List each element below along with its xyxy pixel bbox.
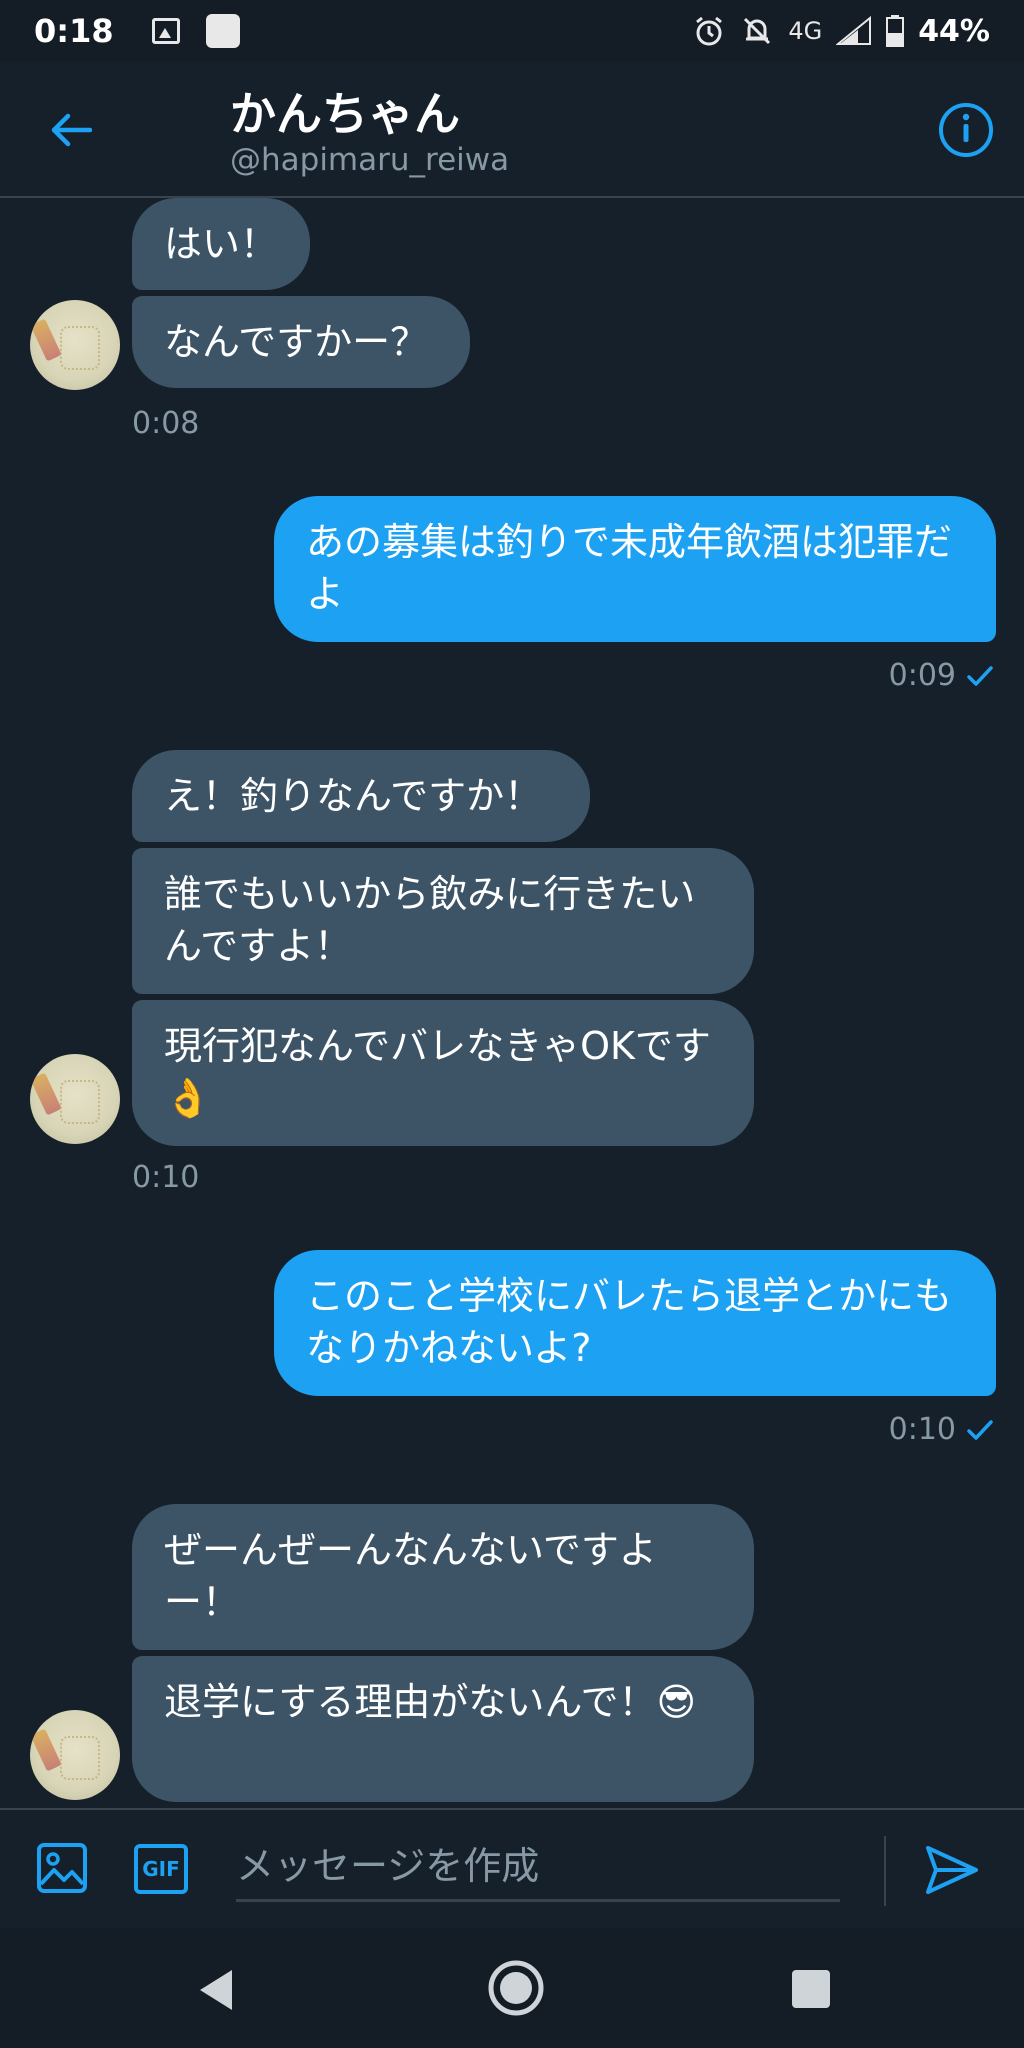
incoming-message[interactable]: ぜーんぜーんなんないですよー！ [132, 1504, 754, 1650]
incoming-message[interactable]: 現行犯なんでバレなきゃOKです👌 [132, 1000, 754, 1146]
conversation-header: かんちゃん @hapimaru_reiwa [0, 62, 1024, 198]
message-timestamp: 0:10 [132, 1160, 200, 1195]
contact-avatar[interactable] [30, 1054, 120, 1144]
incoming-message[interactable]: 誰でもいいから飲みに行きたいんですよ！ [132, 848, 754, 994]
add-image-button[interactable] [36, 1842, 88, 1894]
battery-icon [886, 15, 905, 47]
info-icon [939, 103, 993, 157]
message-timestamp: 0:10 [888, 1412, 956, 1447]
status-right-group: 4G 44% [692, 14, 990, 49]
incoming-message[interactable]: なんですかー？ [132, 296, 470, 388]
outgoing-message[interactable]: あの募集は釣りで未成年飲酒は犯罪だよ [274, 496, 996, 642]
send-button[interactable] [922, 1840, 982, 1900]
nav-recents-icon[interactable] [792, 1970, 830, 2008]
battery-percentage: 44% [918, 13, 990, 49]
message-timestamp-row: 0:09 [889, 658, 994, 693]
status-bar: 0:18 4G 44% [0, 0, 1024, 62]
arrow-left-icon [51, 113, 92, 147]
notifications-off-icon [740, 14, 774, 48]
message-timestamp-row: 0:10 [889, 1412, 994, 1447]
status-time: 0:18 [34, 12, 114, 50]
gallery-notification-icon [151, 18, 180, 44]
add-gif-button[interactable]: GIF [134, 1844, 188, 1894]
conversation-handle[interactable]: @hapimaru_reiwa [230, 142, 509, 178]
composer-divider [884, 1836, 886, 1906]
message-timestamp: 0:08 [132, 406, 200, 441]
conversation-info-button[interactable] [936, 100, 996, 160]
incoming-message[interactable]: 退学にする理由がないんで！😎 [132, 1656, 754, 1802]
sent-check-icon [967, 1419, 993, 1440]
alarm-icon [692, 14, 726, 48]
contact-avatar[interactable] [30, 300, 120, 390]
outgoing-message[interactable]: このこと学校にバレたら退学とかにもなりかねないよ? [274, 1250, 996, 1396]
app-notification-icon [205, 14, 240, 48]
sent-check-icon [967, 665, 993, 686]
message-timestamp: 0:09 [888, 658, 956, 693]
nav-home-icon[interactable] [486, 1958, 546, 2018]
contact-avatar[interactable] [30, 1710, 120, 1800]
network-type: 4G [788, 17, 823, 45]
system-navigation-bar [0, 1928, 1024, 2048]
dm-conversation-screen: 0:18 4G 44% かんちゃん @hapimaru_reiwa はい！ なん… [0, 0, 1024, 2048]
signal-icon [836, 16, 872, 46]
nav-back-icon[interactable] [196, 1968, 236, 2012]
image-icon [37, 1843, 87, 1893]
send-icon [926, 1846, 978, 1894]
back-button[interactable] [40, 102, 100, 158]
incoming-message[interactable]: え！釣りなんですか！ [132, 750, 590, 842]
message-composer: GIF [0, 1808, 1024, 1928]
message-input[interactable] [236, 1832, 840, 1902]
incoming-message[interactable]: はい！ [132, 198, 310, 290]
conversation-title[interactable]: かんちゃん [230, 78, 460, 144]
